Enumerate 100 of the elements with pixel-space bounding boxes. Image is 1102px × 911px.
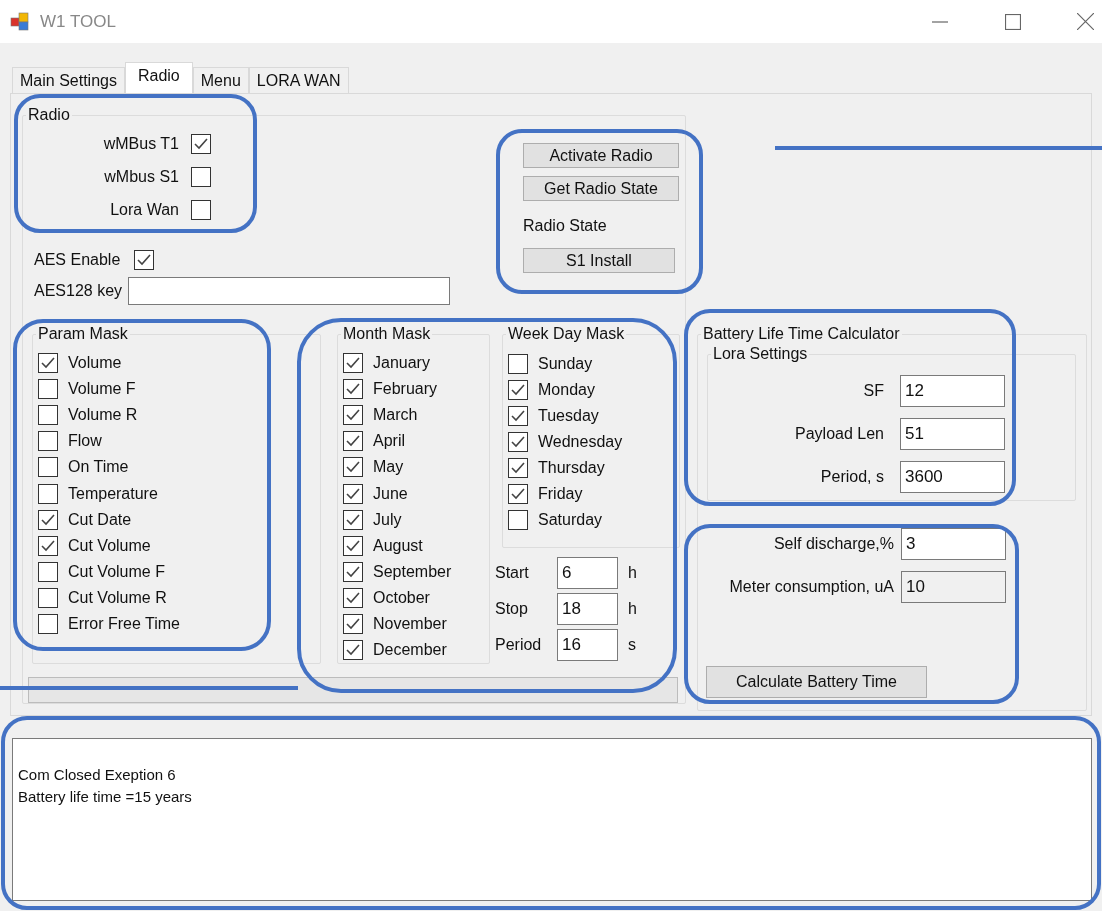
checkbox[interactable] [508, 380, 528, 400]
checkbox[interactable] [508, 458, 528, 478]
checkbox[interactable] [191, 166, 211, 187]
checkbox-label: Lora Wan [110, 199, 179, 220]
checkbox[interactable] [343, 457, 363, 478]
checkbox-label: AES Enable [34, 249, 121, 270]
checkbox[interactable] [38, 379, 58, 400]
checkbox-label: wMbus S1 [104, 166, 179, 187]
checkbox-label: Sunday [538, 354, 593, 374]
group-title: Lora Settings [712, 345, 809, 363]
checkbox[interactable] [38, 561, 58, 582]
push-button[interactable]: Activate Radio [523, 143, 679, 168]
checkbox-label: September [373, 561, 452, 582]
checkbox-label: October [373, 587, 430, 608]
group-title: Week Day Mask [507, 325, 626, 343]
log-line: Com Closed Exeption 6 [18, 765, 177, 785]
checkbox[interactable] [508, 510, 528, 530]
checkbox[interactable] [38, 509, 58, 530]
tab[interactable]: Main Settings [12, 67, 125, 93]
input-field[interactable]: 3600 [900, 460, 1005, 493]
field-label: Period [495, 635, 543, 655]
checkbox-label: March [373, 405, 418, 426]
checkbox[interactable] [508, 432, 528, 452]
field-label: Stop [495, 599, 529, 619]
input-field[interactable]: 16 [557, 629, 618, 661]
checkbox[interactable] [38, 353, 58, 374]
push-button[interactable]: Get Radio State [523, 176, 679, 201]
input-field[interactable]: 6 [557, 557, 618, 589]
field-label: Start [495, 563, 530, 583]
checkbox-label: April [373, 431, 405, 452]
field-label: Meter consumption, uA [729, 576, 894, 597]
checkbox[interactable] [343, 640, 363, 661]
checkbox-label: Saturday [538, 510, 603, 530]
field-label: Self discharge,% [773, 533, 894, 554]
checkbox[interactable] [508, 406, 528, 426]
unit-label: h [628, 563, 637, 583]
checkbox[interactable] [343, 379, 363, 400]
checkbox-label: wMBus T1 [103, 133, 179, 154]
checkbox[interactable] [38, 483, 58, 504]
checkbox-label: June [373, 483, 408, 504]
checkbox[interactable] [343, 509, 363, 530]
tab[interactable]: LORA WAN [248, 67, 349, 93]
checkbox-label: Friday [538, 484, 583, 504]
checkbox[interactable] [343, 483, 363, 504]
log-line: Battery life time =15 years [18, 787, 193, 807]
push-button[interactable]: S1 Install [523, 248, 675, 273]
checkbox-label: Cut Volume R [68, 587, 167, 608]
push-button[interactable]: Calculate Battery Time [706, 666, 927, 698]
tab[interactable]: Menu [192, 67, 249, 93]
group-title: Month Mask [342, 325, 432, 343]
checkbox-label: Error Free Time [68, 614, 180, 634]
status-label: Radio State [523, 217, 608, 235]
checkbox[interactable] [191, 199, 211, 220]
input-field[interactable]: 12 [900, 374, 1005, 407]
tab[interactable]: Radio [124, 62, 193, 93]
input-field[interactable] [128, 277, 451, 305]
checkbox-label: Volume [68, 353, 122, 374]
group-title: Radio [27, 106, 71, 124]
checkbox-label: Monday [538, 380, 595, 400]
checkbox[interactable] [38, 587, 58, 608]
checkbox-label: May [373, 457, 404, 478]
checkbox-label: January [373, 353, 430, 374]
window-title: W1 TOOL [40, 10, 116, 33]
checkbox[interactable] [508, 484, 528, 504]
checkbox-label: Temperature [68, 483, 158, 504]
input-field[interactable]: 51 [900, 417, 1005, 450]
checkbox[interactable] [38, 614, 58, 634]
group-title: Battery Life Time Calculator [702, 325, 901, 343]
checkbox[interactable] [38, 431, 58, 452]
checkbox[interactable] [343, 535, 363, 556]
log-textbox[interactable]: Com Closed Exeption 6 Battery life time =15 years [12, 738, 1092, 901]
checkbox[interactable] [38, 457, 58, 478]
checkbox-label: Cut Date [68, 509, 132, 530]
checkbox-label: Cut Volume [68, 535, 151, 556]
checkbox[interactable] [38, 405, 58, 426]
checkbox[interactable] [191, 133, 211, 154]
group-title: Param Mask [37, 325, 129, 343]
checkbox[interactable] [508, 354, 528, 374]
checkbox-label: Tuesday [538, 406, 599, 426]
unit-label: h [628, 599, 637, 619]
checkbox-label: Volume R [68, 405, 138, 426]
checkbox[interactable] [343, 587, 363, 608]
checkbox-label: July [373, 509, 402, 530]
checkbox[interactable] [38, 535, 58, 556]
checkbox[interactable] [343, 405, 363, 426]
checkbox[interactable] [343, 431, 363, 452]
checkbox-label: Flow [68, 431, 102, 452]
close-icon[interactable] [1077, 13, 1094, 30]
input-field[interactable]: 18 [557, 593, 618, 625]
checkbox-label: Thursday [538, 458, 605, 478]
field-label: AES128 key [34, 281, 123, 301]
checkbox-label: Cut Volume F [68, 561, 165, 582]
maximize-icon[interactable] [1005, 13, 1021, 30]
checkbox[interactable] [343, 614, 363, 634]
checkbox-label: November [373, 614, 447, 634]
unit-label: s [628, 635, 636, 655]
checkbox[interactable] [343, 561, 363, 582]
checkbox[interactable] [343, 353, 363, 374]
input-field[interactable]: 3 [901, 527, 1006, 560]
checkbox[interactable] [134, 249, 155, 270]
